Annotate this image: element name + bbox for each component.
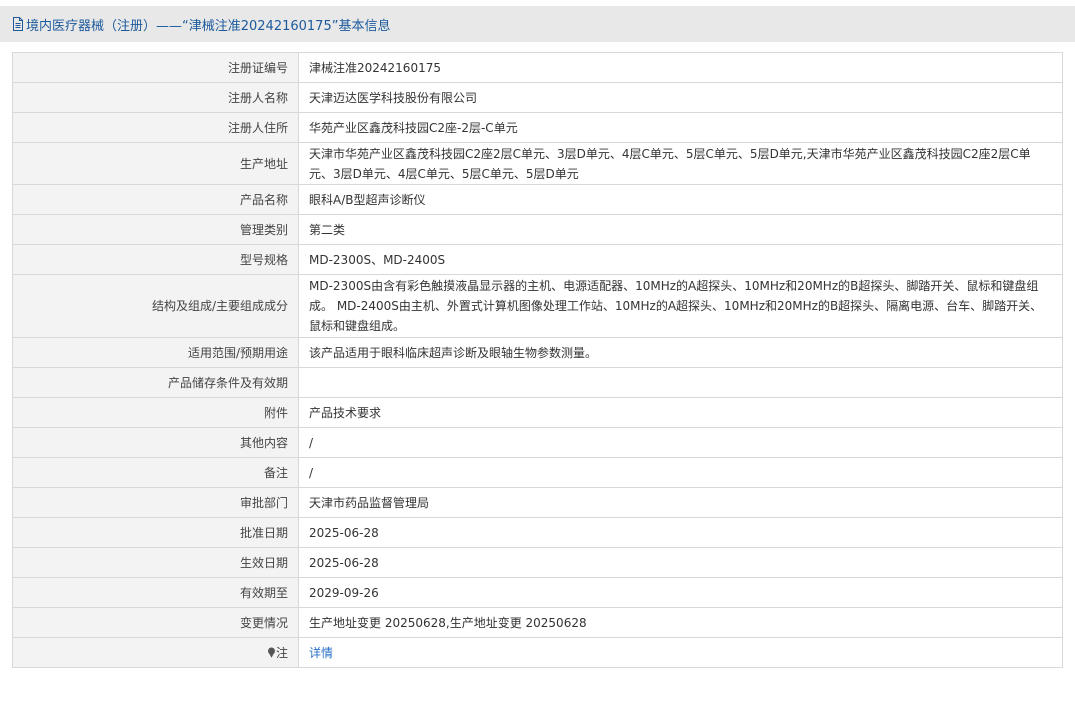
table-row: 变更情况 生产地址变更 20250628,生产地址变更 20250628 — [12, 607, 1063, 638]
field-value: 天津市华苑产业区鑫茂科技园C2座2层C单元、3层D单元、4层C单元、5层C单元、… — [298, 142, 1063, 185]
table-row: 附件 产品技术要求 — [12, 397, 1063, 428]
field-label: 适用范围/预期用途 — [12, 337, 299, 368]
table-row: 适用范围/预期用途 该产品适用于眼科临床超声诊断及眼轴生物参数测量。 — [12, 337, 1063, 368]
field-value: 该产品适用于眼科临床超声诊断及眼轴生物参数测量。 — [298, 337, 1063, 368]
table-row: 注册人住所 华苑产业区鑫茂科技园C2座-2层-C单元 — [12, 112, 1063, 143]
field-label: 其他内容 — [12, 427, 299, 458]
field-label: 审批部门 — [12, 487, 299, 518]
field-value — [298, 367, 1063, 398]
field-label: 备注 — [12, 457, 299, 488]
page-header: 境内医疗器械（注册）——“津械注准20242160175”基本信息 — [0, 6, 1075, 42]
table-row: 审批部门 天津市药品监督管理局 — [12, 487, 1063, 518]
field-value: 眼科A/B型超声诊断仪 — [298, 184, 1063, 215]
field-value: 华苑产业区鑫茂科技园C2座-2层-C单元 — [298, 112, 1063, 143]
field-value: / — [298, 427, 1063, 458]
field-value: 2025-06-28 — [298, 547, 1063, 578]
table-row: 注册证编号 津械注准20242160175 — [12, 52, 1063, 83]
field-value: 2025-06-28 — [298, 517, 1063, 548]
field-value: MD-2300S由含有彩色触摸液晶显示器的主机、电源适配器、10MHz的A超探头… — [298, 274, 1063, 338]
table-row: 其他内容 / — [12, 427, 1063, 458]
field-label: 生产地址 — [12, 142, 299, 185]
table-row: 批准日期 2025-06-28 — [12, 517, 1063, 548]
field-label: 生效日期 — [12, 547, 299, 578]
detail-link[interactable]: 详情 — [309, 646, 333, 660]
field-label: 附件 — [12, 397, 299, 428]
field-label: 注册人名称 — [12, 82, 299, 113]
field-value: 产品技术要求 — [298, 397, 1063, 428]
document-icon — [12, 17, 24, 31]
field-value: / — [298, 457, 1063, 488]
field-value: 天津市药品监督管理局 — [298, 487, 1063, 518]
device-info-table: 注册证编号 津械注准20242160175 注册人名称 天津迈达医学科技股份有限… — [12, 52, 1063, 668]
field-label: 批准日期 — [12, 517, 299, 548]
field-label: 产品名称 — [12, 184, 299, 215]
table-row: 型号规格 MD-2300S、MD-2400S — [12, 244, 1063, 275]
table-row: 管理类别 第二类 — [12, 214, 1063, 245]
note-label: 注 — [275, 645, 288, 660]
field-label: 产品储存条件及有效期 — [12, 367, 299, 398]
page-title: 境内医疗器械（注册）——“津械注准20242160175”基本信息 — [26, 18, 391, 34]
table-row: 有效期至 2029-09-26 — [12, 577, 1063, 608]
table-row: 产品名称 眼科A/B型超声诊断仪 — [12, 184, 1063, 215]
field-label: 管理类别 — [12, 214, 299, 245]
field-value: MD-2300S、MD-2400S — [298, 244, 1063, 275]
field-value: 第二类 — [298, 214, 1063, 245]
field-value: 天津迈达医学科技股份有限公司 — [298, 82, 1063, 113]
field-value: 津械注准20242160175 — [298, 52, 1063, 83]
field-value: 2029-09-26 — [298, 577, 1063, 608]
table-row: 结构及组成/主要组成成分 MD-2300S由含有彩色触摸液晶显示器的主机、电源适… — [12, 274, 1063, 338]
field-label: 注册证编号 — [12, 52, 299, 83]
field-label: 变更情况 — [12, 607, 299, 638]
field-label: 有效期至 — [12, 577, 299, 608]
field-label: 型号规格 — [12, 244, 299, 275]
field-label: 注册人住所 — [12, 112, 299, 143]
note-value-cell: 详情 — [298, 637, 1063, 668]
table-row: 产品储存条件及有效期 — [12, 367, 1063, 398]
field-label: 结构及组成/主要组成成分 — [12, 274, 299, 338]
table-row: 生产地址 天津市华苑产业区鑫茂科技园C2座2层C单元、3层D单元、4层C单元、5… — [12, 142, 1063, 185]
note-row: 注 详情 — [12, 637, 1063, 668]
note-label-cell: 注 — [12, 637, 299, 668]
table-row: 备注 / — [12, 457, 1063, 488]
pin-icon — [267, 644, 276, 658]
table-row: 注册人名称 天津迈达医学科技股份有限公司 — [12, 82, 1063, 113]
table-row: 生效日期 2025-06-28 — [12, 547, 1063, 578]
field-value: 生产地址变更 20250628,生产地址变更 20250628 — [298, 607, 1063, 638]
